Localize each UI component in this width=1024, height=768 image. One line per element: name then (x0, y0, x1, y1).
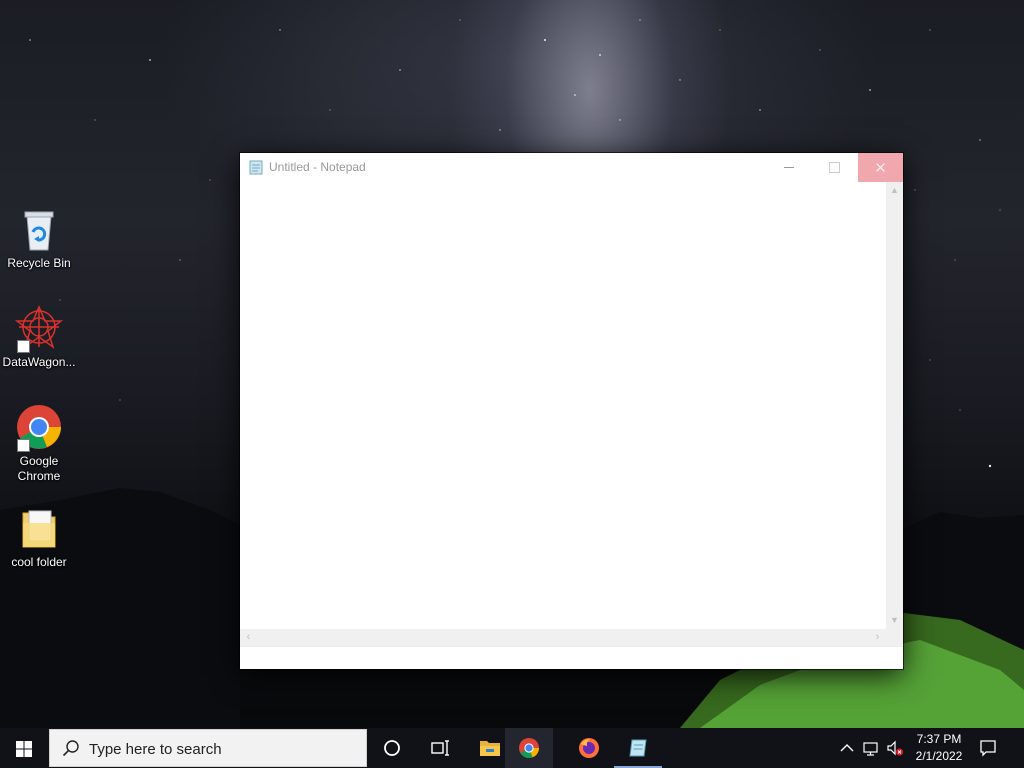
notepad-taskbar-button[interactable] (614, 728, 662, 768)
network-icon[interactable] (862, 739, 880, 757)
desktop-icon-label: cool folder (11, 555, 67, 569)
scroll-right-arrow-icon[interactable]: › (869, 629, 886, 646)
chevron-up-icon[interactable] (838, 739, 856, 757)
desktop-icon-recycle-bin[interactable]: Recycle Bin (0, 206, 78, 271)
scrollbar-corner (886, 629, 903, 646)
action-center-icon[interactable] (978, 738, 998, 758)
folder-icon (15, 505, 63, 553)
desktop-icon-label: Recycle Bin (7, 256, 71, 270)
clock-date: 2/1/2022 (915, 749, 963, 763)
vertical-scrollbar[interactable]: ▲ ▼ (886, 182, 903, 629)
taskbar-clock[interactable]: 7:37 PM 2/1/2022 (910, 731, 968, 765)
volume-muted-icon[interactable] (886, 739, 904, 757)
chrome-icon (519, 738, 539, 758)
window-titlebar[interactable]: Untitled - Notepad (240, 153, 903, 182)
text-editor[interactable] (240, 182, 886, 629)
desktop-icon-google-chrome[interactable]: Google Chrome (0, 404, 78, 484)
datawagon-icon (14, 305, 64, 353)
desktop-icon-datawagon[interactable]: DataWagon... (0, 305, 78, 370)
desktop-icon-label: DataWagon... (2, 355, 76, 369)
firefox-taskbar-button[interactable] (565, 728, 613, 768)
cortana-button[interactable] (368, 728, 416, 768)
close-button[interactable] (858, 153, 903, 182)
search-icon (62, 740, 79, 757)
clock-time: 7:37 PM (916, 732, 962, 746)
task-view-icon (431, 740, 449, 756)
shortcut-arrow-icon (17, 340, 30, 353)
recycle-bin-icon (15, 206, 63, 254)
taskbar-search-box[interactable]: Type here to search (49, 729, 367, 767)
taskbar: Type here to search 7:37 PM 2/1/2022 (0, 728, 1024, 768)
shortcut-arrow-icon (17, 439, 30, 452)
status-bar (240, 646, 903, 669)
task-view-button[interactable] (416, 728, 464, 768)
cortana-circle-icon (384, 740, 400, 756)
chrome-icon (15, 404, 63, 452)
window-title: Untitled - Notepad (269, 160, 366, 174)
horizontal-scrollbar[interactable]: ‹ › (240, 629, 886, 646)
desktop-icon-cool-folder[interactable]: cool folder (0, 505, 78, 570)
chrome-taskbar-button[interactable] (505, 728, 553, 768)
desktop-icon-label: Google Chrome (17, 454, 61, 483)
file-explorer-icon (480, 741, 500, 756)
scroll-down-arrow-icon[interactable]: ▼ (886, 612, 903, 629)
scroll-left-arrow-icon[interactable]: ‹ (240, 629, 257, 646)
firefox-icon (579, 738, 599, 758)
search-placeholder: Type here to search (89, 741, 222, 758)
notepad-icon (629, 739, 647, 757)
scroll-up-arrow-icon[interactable]: ▲ (886, 182, 903, 199)
notepad-icon (248, 159, 264, 175)
notepad-window[interactable]: Untitled - Notepad ▲ ▼ ‹ › (240, 153, 903, 669)
start-button[interactable] (0, 728, 48, 768)
windows-logo-icon (16, 741, 32, 757)
maximize-button[interactable] (812, 153, 857, 182)
minimize-button[interactable] (767, 153, 812, 182)
